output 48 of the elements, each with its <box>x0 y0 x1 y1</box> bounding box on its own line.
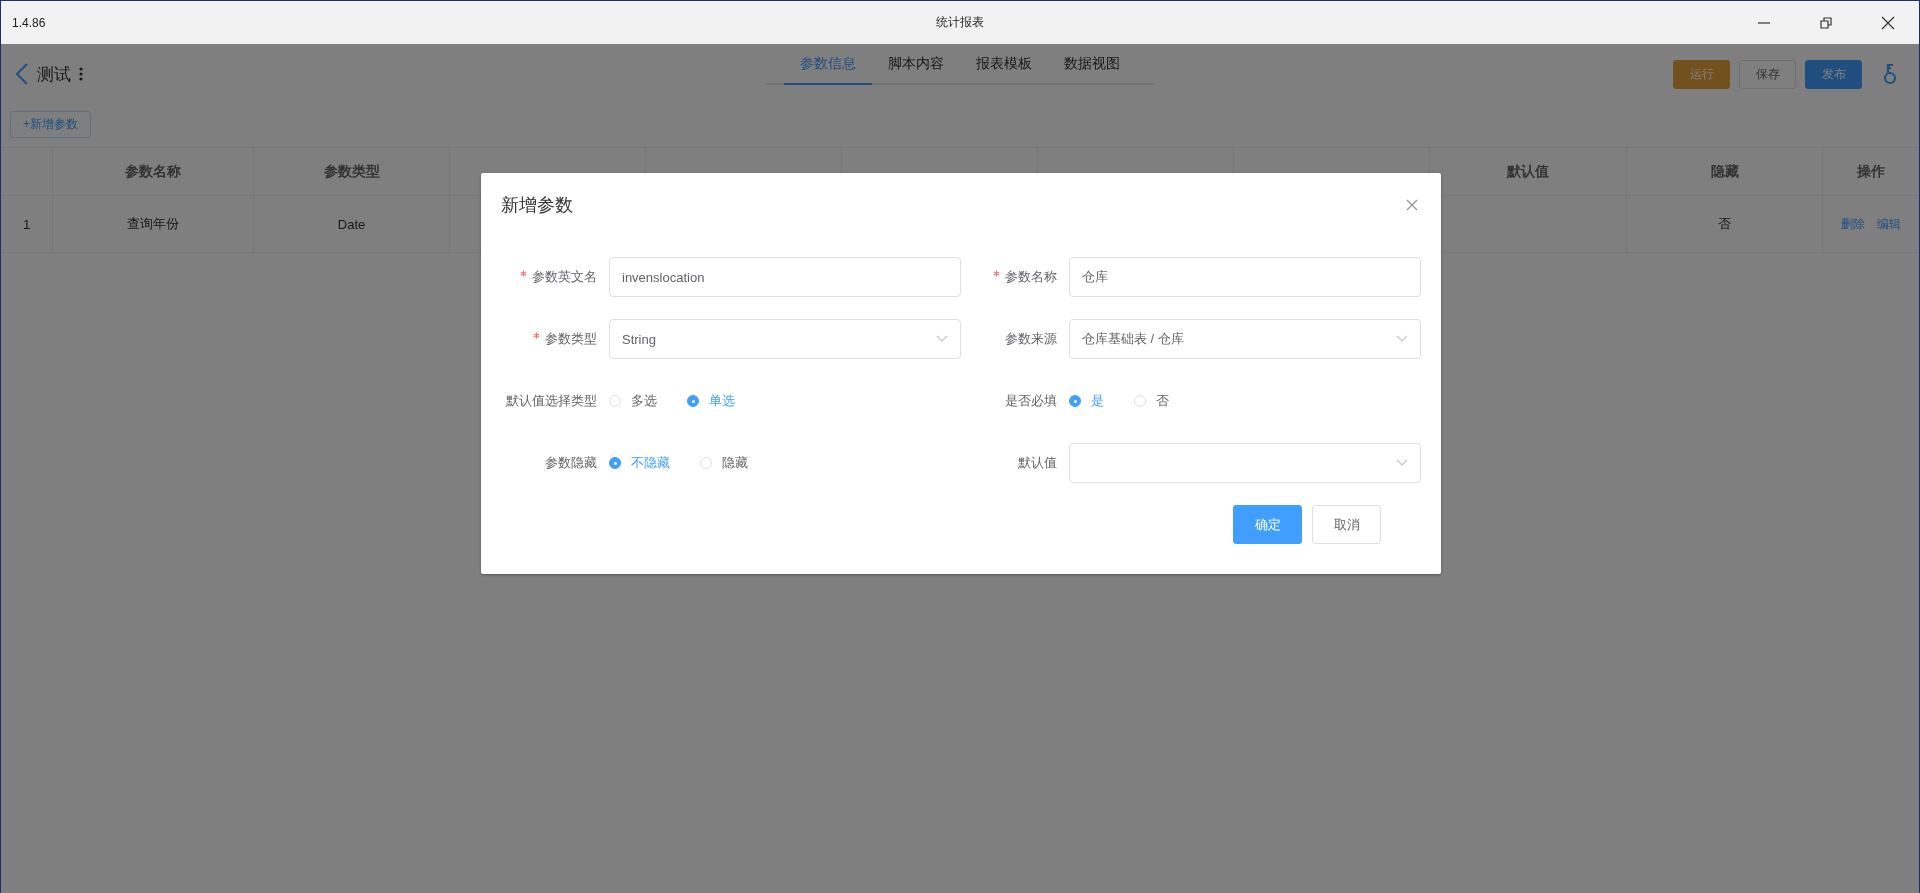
tab[interactable]: 数据视图 <box>1048 47 1136 85</box>
column-header: 参数名称 <box>125 162 181 181</box>
field-label: 是否必填 <box>1005 393 1057 408</box>
column-header: 操作 <box>1857 162 1885 181</box>
save-button[interactable]: 保存 <box>1739 59 1796 89</box>
confirm-button[interactable]: 确定 <box>1233 505 1302 544</box>
key-icon[interactable] <box>1883 63 1897 85</box>
field-label: 参数类型 <box>545 331 597 346</box>
field-label: 默认值 <box>1018 455 1057 470</box>
dialog-title: 新增参数 <box>501 194 573 217</box>
select-field[interactable]: 仓库基础表 / 仓库 <box>1069 319 1421 359</box>
table-cell: 查询年份 <box>127 215 179 233</box>
field-label: 参数英文名 <box>532 269 597 284</box>
back-icon[interactable] <box>15 62 29 86</box>
column-header: 参数类型 <box>323 162 380 181</box>
table-cell: Date <box>337 216 366 232</box>
field-label: 参数隐藏 <box>545 455 597 470</box>
tab[interactable]: 报表模板 <box>960 47 1048 85</box>
page-title: 测试 <box>37 63 71 86</box>
tab[interactable]: 脚本内容 <box>872 47 960 85</box>
radio-button[interactable] <box>687 395 699 407</box>
input-field[interactable]: 仓库 <box>1069 257 1421 297</box>
radio-button[interactable] <box>609 457 621 469</box>
table-cell: 否 <box>1718 215 1731 233</box>
column-header: 默认值 <box>1507 162 1549 181</box>
table-cell: 1 <box>22 216 31 232</box>
select-field[interactable] <box>1069 443 1421 483</box>
input-field[interactable]: invenslocation <box>609 257 961 297</box>
select-field[interactable]: String <box>609 319 961 359</box>
radio-label[interactable]: 不隐藏 <box>631 454 670 472</box>
radio-label[interactable]: 是 <box>1091 392 1104 410</box>
chevron-down-icon <box>936 335 948 343</box>
more-icon[interactable] <box>79 67 83 81</box>
field-label: 参数名称 <box>1005 269 1057 284</box>
chevron-down-icon <box>1396 335 1408 343</box>
field-label: 参数来源 <box>1005 331 1057 346</box>
column-header: 隐藏 <box>1710 162 1739 181</box>
version-label: 1.4.86 <box>11 15 46 30</box>
cancel-button[interactable]: 取消 <box>1312 505 1381 544</box>
field-label: 默认值选择类型 <box>506 393 597 408</box>
close-icon[interactable] <box>1406 199 1418 211</box>
radio-label[interactable]: 单选 <box>709 392 735 410</box>
window-title: 统计报表 <box>936 15 984 29</box>
radio-label[interactable]: 多选 <box>631 392 657 410</box>
chevron-down-icon <box>1396 459 1408 467</box>
radio-label[interactable]: 否 <box>1156 392 1169 410</box>
radio-label[interactable]: 隐藏 <box>722 454 748 472</box>
radio-button[interactable] <box>1069 395 1081 407</box>
